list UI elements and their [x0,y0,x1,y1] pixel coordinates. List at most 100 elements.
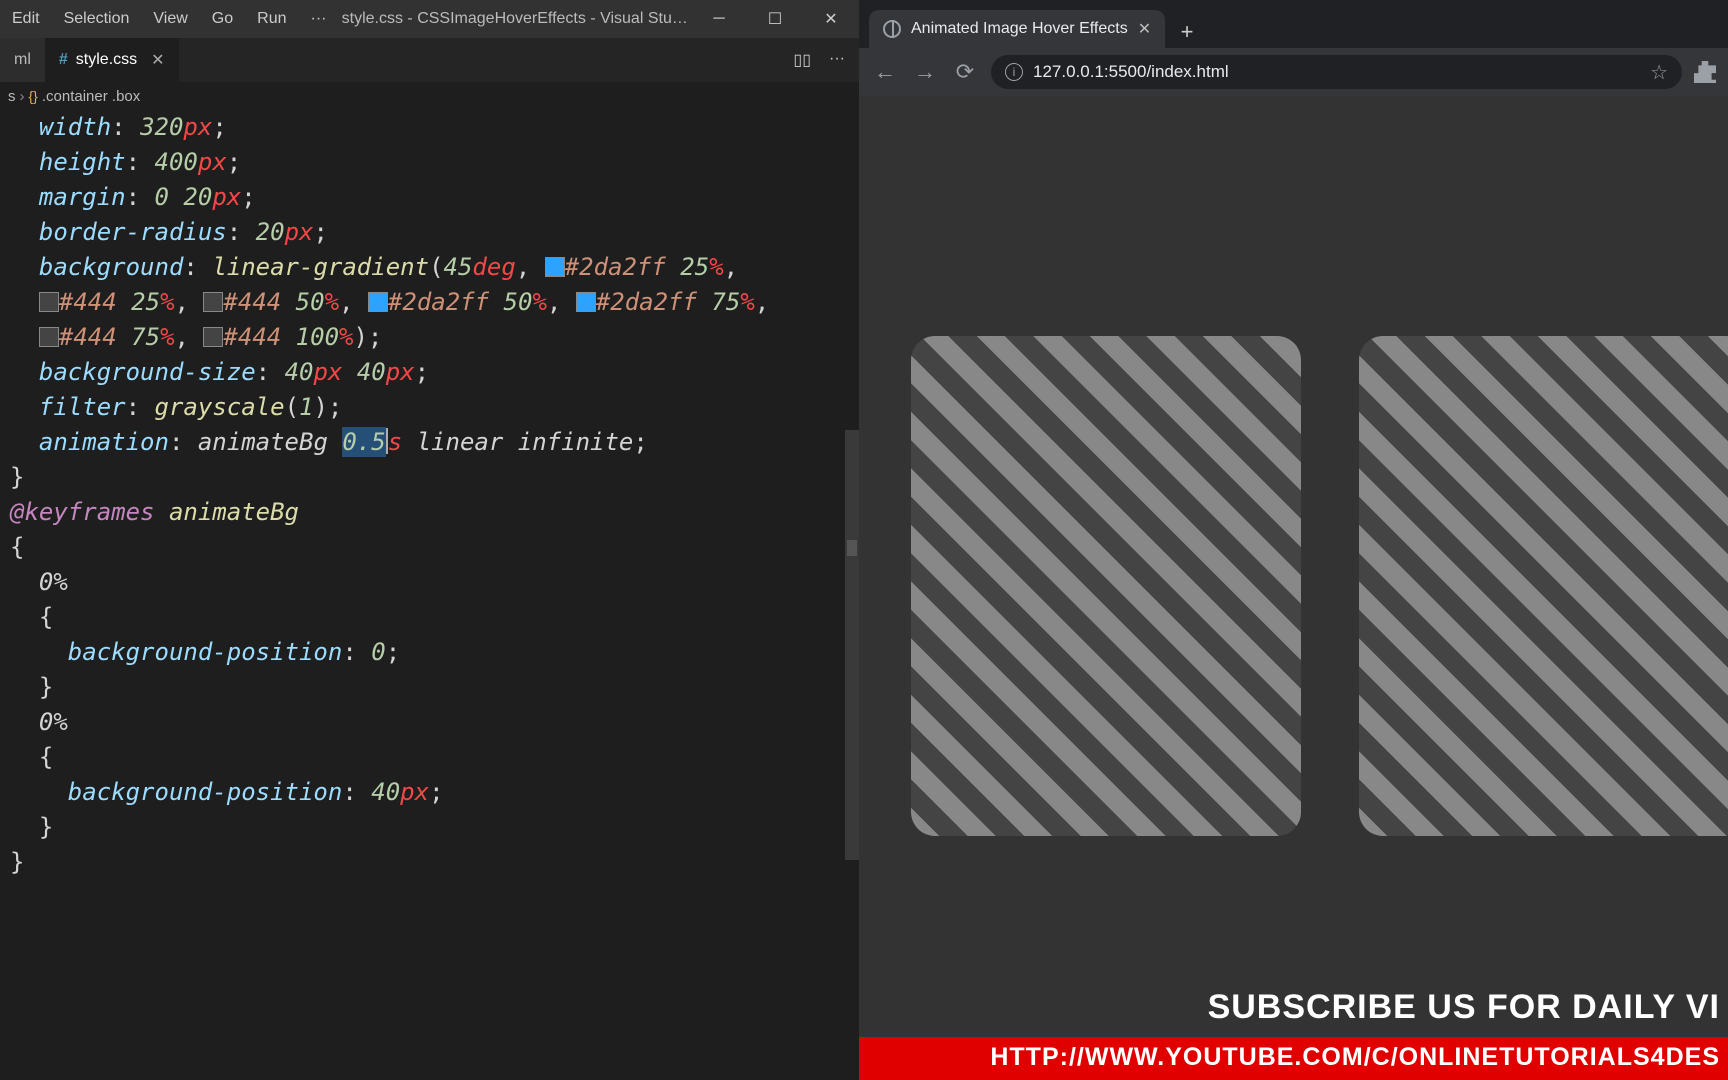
color-swatch[interactable] [39,292,59,312]
pct: 25 [131,288,160,316]
func: grayscale [155,393,285,421]
animated-box-1[interactable] [911,336,1301,836]
close-button[interactable]: ✕ [803,0,859,38]
browser-tab-title: Animated Image Hover Effects [911,20,1128,38]
hex: #2da2ff [388,288,489,316]
pct: 75 [711,288,740,316]
address-bar[interactable]: i 127.0.0.1:5500/index.html ☆ [991,55,1682,89]
breadcrumb[interactable]: s › {} .container .box [0,82,859,110]
pct: 50 [296,288,325,316]
prop-bgsize: background-size [39,358,256,386]
menu-selection[interactable]: Selection [52,6,142,32]
editor-tabs: ml # style.css ✕ ▯▯ ··· [0,38,859,82]
val: 20 [256,218,285,246]
func: linear-gradient [212,253,429,281]
prop-background: background [39,253,184,281]
prop-margin: margin [39,183,126,211]
timing: linear [417,428,504,456]
extensions-icon[interactable] [1694,61,1716,83]
menu-view[interactable]: View [141,6,199,32]
vscode-titlebar: Edit Selection View Go Run ··· style.css… [0,0,859,38]
hex: #444 [223,323,281,351]
menu-run[interactable]: Run [245,6,298,32]
pct: 75 [131,323,160,351]
css-file-icon: # [59,51,68,69]
breadcrumb-file: s [8,88,16,105]
url-text: 127.0.0.1:5500/index.html [1033,62,1229,82]
editor-scrollbar[interactable] [845,430,859,860]
pct: 50 [504,288,533,316]
menu-go[interactable]: Go [200,6,245,32]
close-tab-icon[interactable]: ✕ [151,50,164,70]
minimap[interactable] [847,540,857,556]
unit: px [198,148,227,176]
bookmark-icon[interactable]: ☆ [1650,60,1668,85]
minimize-button[interactable]: ─ [691,0,747,38]
unit: px [183,113,212,141]
unit: s [388,428,402,456]
selector-icon: {} [29,88,38,104]
vscode-statusbar [0,1070,859,1080]
forward-button[interactable]: → [911,59,939,85]
hex: #444 [59,323,117,351]
hex: #2da2ff [565,253,666,281]
val: 40 [357,358,386,386]
iter: infinite [518,428,634,456]
val-height: 400 [155,148,198,176]
back-button[interactable]: ← [871,59,899,85]
new-tab-button[interactable]: + [1171,16,1203,48]
val: 1 [299,393,313,421]
browser-tab[interactable]: Animated Image Hover Effects ✕ [869,10,1165,48]
color-swatch[interactable] [203,327,223,347]
hex: #444 [223,288,281,316]
tab-html[interactable]: ml [0,38,45,82]
close-tab-icon[interactable]: ✕ [1138,19,1151,39]
unit: px [313,358,342,386]
val: 0.5 [342,428,385,456]
tab-html-label: ml [14,51,31,69]
unit: px [386,358,415,386]
prop-radius: border-radius [39,218,227,246]
vscode-title: style.css - CSSImageHoverEffects - Visua… [338,10,691,28]
tab-active-label: style.css [76,51,137,69]
tab-style-css[interactable]: # style.css ✕ [45,38,179,82]
channel-url: HTTP://WWW.YOUTUBE.COM/C/ONLINETUTORIALS… [859,1037,1728,1080]
page-viewport: SUBSCRIBE US FOR DAILY VI HTTP://WWW.YOU… [859,96,1728,1080]
maximize-button[interactable]: ☐ [747,0,803,38]
vscode-menu: Edit Selection View Go Run ··· [0,6,338,32]
subscribe-text: SUBSCRIBE US FOR DAILY VI [859,982,1728,1037]
val: 45 [444,253,473,281]
code-editor[interactable]: width: 320px; height: 400px; margin: 0 2… [0,110,859,1070]
val: 40 [285,358,314,386]
reload-button[interactable]: ⟳ [951,59,979,85]
prop-width: width [39,113,111,141]
val: 40 [371,778,400,806]
animated-box-2[interactable] [1359,336,1728,836]
val: 20 [183,183,212,211]
anim-name: animateBg [198,428,328,456]
prop: background-position [68,638,343,666]
color-swatch[interactable] [545,257,565,277]
kf-pct: 0% [39,708,68,736]
unit: px [400,778,429,806]
vscode-window: Edit Selection View Go Run ··· style.css… [0,0,859,1080]
split-editor-icon[interactable]: ▯▯ [793,50,811,70]
more-actions-icon[interactable]: ··· [829,50,845,70]
chevron-icon: › [20,88,25,105]
prop: background-position [68,778,343,806]
prop-animation: animation [39,428,169,456]
menu-edit[interactable]: Edit [0,6,52,32]
val: 0 [371,638,385,666]
menu-more[interactable]: ··· [299,6,339,32]
site-info-icon[interactable]: i [1005,63,1023,81]
hex: #444 [59,288,117,316]
color-swatch[interactable] [203,292,223,312]
prop-filter: filter [39,393,126,421]
browser-toolbar: ← → ⟳ i 127.0.0.1:5500/index.html ☆ [859,48,1728,96]
color-swatch[interactable] [368,292,388,312]
color-swatch[interactable] [39,327,59,347]
val-width: 320 [140,113,183,141]
color-swatch[interactable] [576,292,596,312]
hex: #2da2ff [596,288,697,316]
browser-window: Animated Image Hover Effects ✕ + ← → ⟳ i… [859,0,1728,1080]
